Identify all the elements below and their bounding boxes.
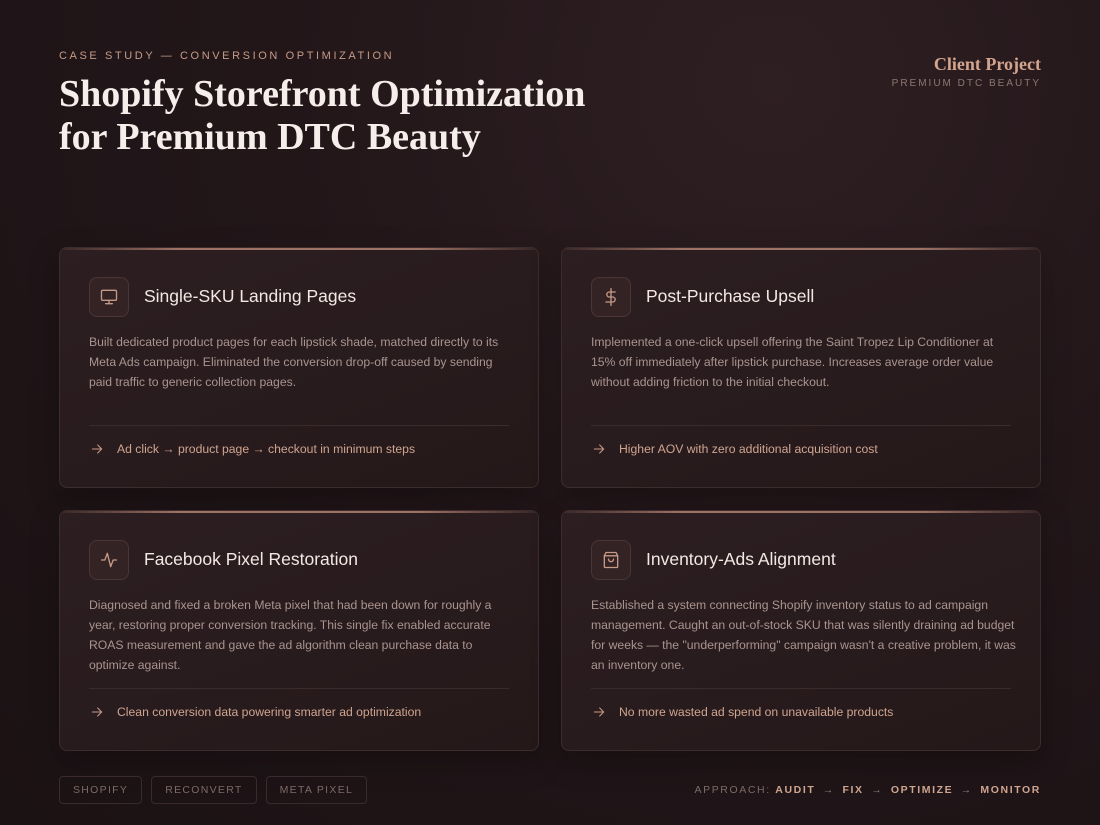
eyebrow-label: CASE STUDY — CONVERSION OPTIMIZATION: [59, 50, 395, 62]
card-outcome: No more wasted ad spend on unavailable p…: [591, 704, 893, 720]
outcome-text: Higher AOV with zero additional acquisit…: [619, 442, 878, 456]
card-single-sku-landing-pages: Single-SKU Landing Pages Built dedicated…: [59, 247, 539, 488]
card-title: Post-Purchase Upsell: [646, 286, 815, 306]
header: CASE STUDY — CONVERSION OPTIMIZATION Sho…: [59, 50, 659, 159]
card-divider: [89, 425, 509, 426]
shopping-bag-icon: [591, 540, 631, 580]
step-arrow: →: [960, 784, 973, 796]
card-description: Implemented a one-click upsell offering …: [591, 335, 994, 389]
tag-meta-pixel: META PIXEL: [265, 776, 368, 804]
tag-reconvert: RECONVERT: [151, 776, 257, 804]
step-arrow: →: [822, 784, 835, 796]
client-subtitle: PREMIUM DTC BEAUTY: [891, 78, 1041, 89]
arrow-right-icon: [91, 444, 103, 454]
step-arrow: →: [871, 784, 884, 796]
activity-icon: [89, 540, 129, 580]
card-divider: [591, 688, 1011, 689]
outcome-text: Clean conversion data powering smarter a…: [117, 705, 422, 719]
step-monitor: MONITOR: [980, 784, 1041, 796]
card-post-purchase-upsell: Post-Purchase Upsell Implemented a one-c…: [561, 247, 1041, 488]
step-fix: FIX: [842, 784, 864, 796]
card-outcome: Ad click → product page → checkout in mi…: [89, 441, 415, 457]
approach-steps: APPROACH: AUDIT → FIX → OPTIMIZE → MONIT…: [694, 784, 1041, 796]
outcome-text: Ad click → product page → checkout in mi…: [117, 442, 416, 456]
step-optimize: OPTIMIZE: [890, 784, 954, 796]
card-title: Single-SKU Landing Pages: [144, 286, 357, 306]
card-description: Established a system connecting Shopify …: [591, 598, 1016, 672]
card-description: Built dedicated product pages for each l…: [89, 335, 499, 389]
arrow-right-icon: [91, 707, 103, 717]
tool-tags: SHOPIFY RECONVERT META PIXEL: [59, 776, 368, 804]
arrow-right-icon: [593, 707, 605, 717]
step-audit: AUDIT: [775, 784, 816, 796]
card-divider: [591, 425, 1011, 426]
approach-label: APPROACH:: [694, 784, 771, 796]
card-divider: [89, 688, 509, 689]
page-title: Shopify Storefront Optimization for Prem…: [59, 73, 659, 159]
title-line-2: for Premium DTC Beauty: [59, 116, 481, 158]
card-facebook-pixel-restoration: Facebook Pixel Restoration Diagnosed and…: [59, 510, 539, 751]
card-outcome: Higher AOV with zero additional acquisit…: [591, 441, 878, 457]
card-description: Diagnosed and fixed a broken Meta pixel …: [89, 598, 492, 672]
client-badge: Client Project PREMIUM DTC BEAUTY: [892, 54, 1041, 89]
monitor-icon: [89, 277, 129, 317]
dollar-icon: [591, 277, 631, 317]
card-title: Facebook Pixel Restoration: [144, 549, 358, 569]
tag-shopify: SHOPIFY: [59, 776, 143, 804]
arrow-right-icon: [593, 444, 605, 454]
outcome-text: No more wasted ad spend on unavailable p…: [619, 705, 894, 719]
card-outcome: Clean conversion data powering smarter a…: [89, 704, 421, 720]
client-label: Client Project: [933, 54, 1041, 74]
card-inventory-ads-alignment: Inventory-Ads Alignment Established a sy…: [561, 510, 1041, 751]
title-line-1: Shopify Storefront Optimization: [59, 73, 586, 115]
card-title: Inventory-Ads Alignment: [646, 549, 836, 569]
